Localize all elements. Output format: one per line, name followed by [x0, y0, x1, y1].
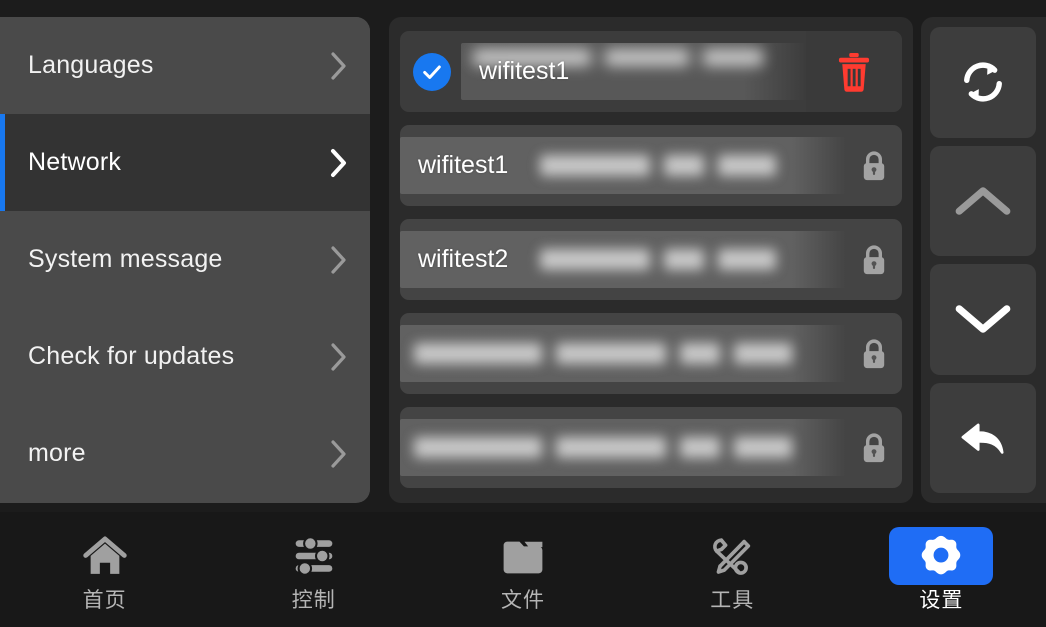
nav-item-home[interactable]: 首页	[0, 512, 209, 627]
redacted-network-meta	[414, 343, 792, 364]
lock-icon	[846, 149, 902, 183]
nav-icon-box	[262, 527, 366, 585]
wifi-row[interactable]: wifitest1	[400, 31, 902, 112]
wifi-ssid-label: wifitest1	[418, 151, 509, 179]
gear-icon	[922, 535, 961, 575]
back-button[interactable]	[930, 382, 1036, 493]
wifi-ssid-container: wifitest1	[461, 43, 806, 100]
sidebar-item-label: Languages	[28, 51, 154, 79]
nav-icon-box	[53, 527, 157, 585]
wifi-ssid-label: wifitest2	[418, 245, 509, 273]
nav-item-tools[interactable]: 工具	[628, 512, 837, 627]
sidebar-item-label: Network	[28, 148, 122, 176]
wifi-ssid-container	[400, 325, 846, 382]
action-button-column	[921, 17, 1046, 503]
sidebar-item-languages[interactable]: Languages	[0, 17, 370, 114]
chevron-right-icon	[328, 245, 350, 275]
trash-icon	[838, 52, 870, 92]
check-circle-icon	[413, 52, 451, 91]
sidebar-item-label: more	[28, 439, 86, 467]
wifi-ssid-container	[400, 419, 846, 476]
chevron-up-icon	[955, 186, 1011, 215]
nav-item-label: 控制	[291, 588, 336, 612]
chevron-right-icon	[328, 439, 350, 469]
wifi-row[interactable]: wifitest1	[400, 125, 902, 206]
settings-sidebar: Languages Network System message Check f…	[0, 17, 370, 503]
nav-item-label: 工具	[710, 588, 755, 612]
lock-icon	[846, 337, 902, 371]
chevron-right-icon	[328, 342, 350, 372]
back-arrow-icon	[961, 423, 1004, 454]
chevron-down-icon	[955, 305, 1011, 334]
sidebar-item-system-message[interactable]: System message	[0, 211, 370, 308]
refresh-button[interactable]	[930, 27, 1036, 138]
wifi-row[interactable]: wifitest2	[400, 219, 902, 300]
home-icon	[82, 536, 127, 574]
chevron-right-icon	[328, 148, 350, 178]
redacted-network-meta	[540, 155, 776, 176]
delete-network-button[interactable]	[806, 31, 902, 112]
wifi-ssid-container: wifitest2	[400, 231, 846, 288]
nav-icon-box	[471, 527, 575, 585]
lock-icon	[846, 431, 902, 465]
nav-item-files[interactable]: 文件	[418, 512, 627, 627]
nav-item-label: 首页	[82, 588, 127, 612]
tools-icon	[713, 538, 751, 575]
wifi-row[interactable]	[400, 407, 902, 488]
settings-screen: Languages Network System message Check f…	[0, 0, 1046, 627]
sidebar-item-network[interactable]: Network	[0, 114, 370, 211]
folder-icon	[503, 541, 543, 574]
nav-item-label: 设置	[919, 588, 964, 612]
nav-item-settings[interactable]: 设置	[837, 512, 1046, 627]
redacted-network-meta	[540, 249, 776, 270]
sidebar-item-more[interactable]: more	[0, 405, 370, 502]
sidebar-item-check-for-updates[interactable]: Check for updates	[0, 308, 370, 405]
nav-item-control[interactable]: 控制	[209, 512, 418, 627]
nav-icon-box	[889, 526, 994, 585]
wifi-row[interactable]	[400, 313, 902, 394]
lock-icon	[846, 243, 902, 277]
bottom-navigation-bar: 首页 控制 文件 工具 设置	[0, 512, 1046, 627]
refresh-icon	[964, 62, 1002, 102]
scroll-up-button[interactable]	[930, 145, 1036, 256]
sidebar-item-label: System message	[28, 245, 223, 273]
wifi-network-list: wifitest1 wifitest1 wifitest2	[389, 17, 913, 503]
redacted-network-meta	[414, 437, 792, 458]
sliders-icon	[295, 536, 333, 576]
content-area: Languages Network System message Check f…	[0, 0, 1046, 512]
scroll-down-button[interactable]	[930, 264, 1036, 375]
wifi-ssid-container: wifitest1	[400, 137, 846, 194]
nav-item-label: 文件	[501, 588, 545, 612]
chevron-right-icon	[328, 51, 350, 81]
nav-icon-box	[680, 527, 784, 585]
sidebar-item-label: Check for updates	[28, 342, 235, 370]
wifi-ssid-label: wifitest1	[479, 57, 570, 85]
